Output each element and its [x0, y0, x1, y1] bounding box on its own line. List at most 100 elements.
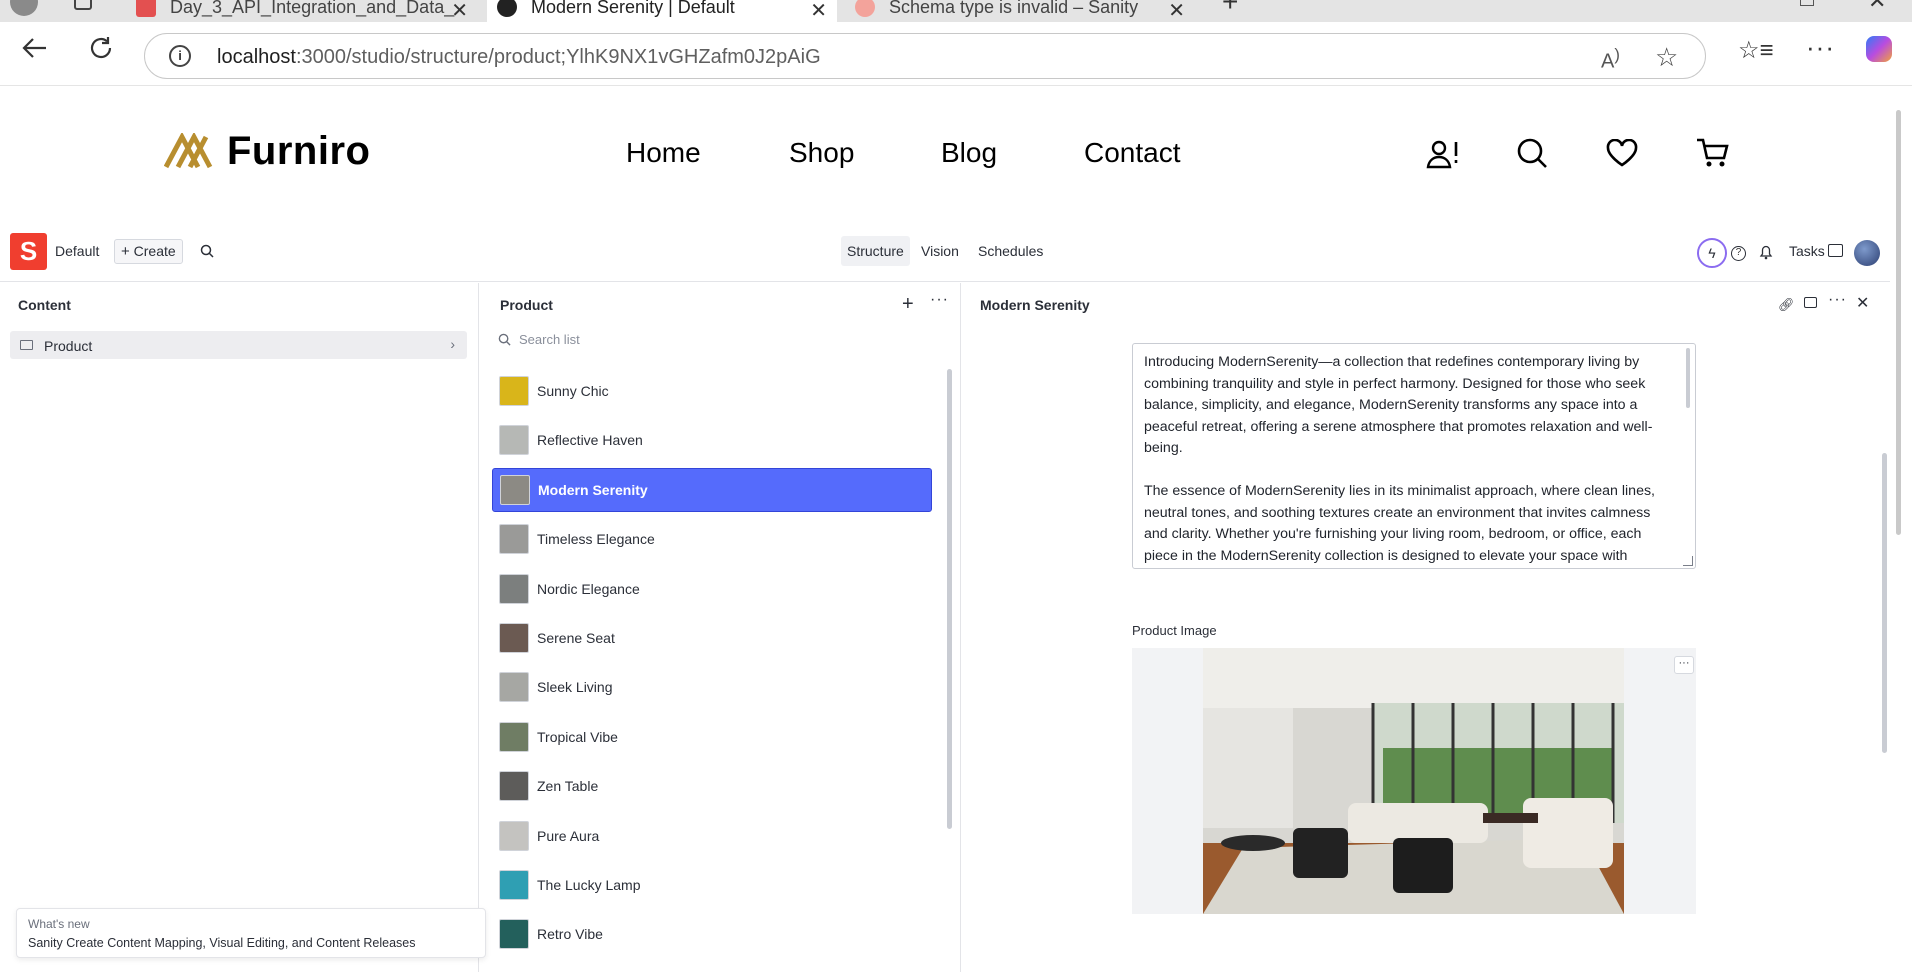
product-list-pane: Product + ··· Search list Sunny Chic Refl… — [480, 283, 961, 972]
product-list-item[interactable]: Serene Seat — [492, 616, 932, 660]
product-list-item[interactable]: Tropical Vibe — [492, 715, 932, 759]
image-menu-icon[interactable]: ··· — [1674, 656, 1694, 674]
product-thumbnail — [499, 623, 529, 653]
whats-new-toast[interactable]: What's new Sanity Create Content Mapping… — [16, 908, 486, 958]
close-pane-icon[interactable]: ✕ — [1856, 293, 1869, 313]
product-list-item[interactable]: Timeless Elegance — [492, 517, 932, 561]
product-list-item-label: Zen Table — [537, 778, 598, 794]
sanity-favicon-icon — [855, 0, 875, 17]
tool-schedules[interactable]: Schedules — [978, 243, 1043, 259]
search-list-input[interactable]: Search list — [492, 326, 932, 352]
furniro-logo-icon[interactable] — [164, 133, 220, 169]
tasks-label[interactable]: Tasks — [1789, 243, 1825, 259]
brand-name[interactable]: Furniro — [227, 129, 370, 174]
product-thumbnail — [499, 919, 529, 949]
read-aloud-icon[interactable]: A) — [1601, 45, 1620, 74]
product-list-item[interactable]: The Lucky Lamp — [492, 863, 932, 907]
product-list-item[interactable]: Retro Vibe — [492, 912, 932, 956]
profile-avatar-icon[interactable] — [10, 0, 38, 16]
workspace-name[interactable]: Default — [55, 243, 99, 259]
user-avatar[interactable] — [1854, 240, 1880, 266]
resize-handle-icon[interactable] — [1683, 556, 1693, 566]
browser-tab-schema-invalid[interactable]: Schema type is invalid – Sanity ✕ — [845, 0, 1195, 22]
description-textarea[interactable]: Introducing ModernSerenity—a collection … — [1132, 343, 1696, 569]
comment-icon[interactable] — [1804, 297, 1817, 308]
product-list-item-label: Sunny Chic — [537, 383, 609, 399]
reload-icon[interactable] — [88, 35, 114, 61]
nav-shop[interactable]: Shop — [789, 137, 854, 169]
notifications-icon[interactable] — [1758, 244, 1774, 260]
whats-new-heading: What's new — [28, 917, 90, 931]
whats-new-text: Sanity Create Content Mapping, Visual Ed… — [28, 936, 416, 950]
search-icon[interactable] — [200, 244, 214, 258]
browser-tab-strip: Day_3_API_Integration_and_Data_ ✕ Modern… — [0, 0, 1912, 22]
product-image — [1203, 648, 1624, 914]
product-thumbnail — [500, 475, 530, 505]
add-document-icon[interactable]: + — [902, 293, 914, 316]
sanity-favicon-icon — [497, 0, 517, 17]
content-item-product[interactable]: Product › — [10, 331, 467, 359]
close-icon[interactable]: ✕ — [1168, 0, 1185, 22]
nav-home[interactable]: Home — [626, 137, 701, 169]
close-window-icon[interactable]: ✕ — [1868, 0, 1886, 14]
content-pane: Content Product › — [0, 283, 479, 972]
link-icon[interactable]: 🔗︎ — [1778, 297, 1795, 313]
close-icon[interactable]: ✕ — [451, 0, 468, 22]
back-icon[interactable] — [22, 36, 48, 60]
sanity-logo[interactable]: S — [10, 233, 47, 270]
product-image-field[interactable]: ··· — [1132, 648, 1696, 914]
copilot-icon[interactable] — [1866, 36, 1892, 62]
product-list-item-label: Retro Vibe — [537, 926, 603, 942]
product-list-item[interactable]: Nordic Elegance — [492, 567, 932, 611]
plus-icon: + — [121, 243, 130, 260]
product-list-item-label: Reflective Haven — [537, 432, 643, 448]
page-scrollbar[interactable] — [1896, 110, 1901, 535]
cart-icon[interactable] — [1696, 137, 1730, 169]
product-list-item[interactable]: Sleek Living — [492, 665, 932, 709]
document-scrollbar[interactable] — [1882, 453, 1887, 753]
close-icon[interactable]: ✕ — [810, 0, 827, 22]
new-tab-icon[interactable]: + — [1222, 0, 1238, 18]
product-list-item-label: Tropical Vibe — [537, 729, 618, 745]
browser-tab-day3[interactable]: Day_3_API_Integration_and_Data_ ✕ — [128, 0, 478, 22]
bolt-icon[interactable]: ϟ — [1697, 238, 1727, 268]
site-info-icon[interactable]: i — [169, 45, 191, 67]
chevron-right-icon: › — [450, 336, 455, 352]
tool-vision[interactable]: Vision — [921, 243, 959, 259]
textarea-scrollbar[interactable] — [1686, 348, 1690, 408]
favorites-icon[interactable]: ☆≡ — [1738, 36, 1774, 65]
pane-title: Product — [500, 297, 553, 313]
tasks-panel-icon[interactable] — [1828, 244, 1843, 257]
search-icon[interactable] — [1516, 137, 1548, 169]
product-list-item[interactable]: Zen Table — [492, 764, 932, 808]
product-list-item[interactable]: Reflective Haven — [492, 418, 932, 462]
studio-navbar: S Default + Create Structure Vision Sche… — [0, 228, 1890, 282]
product-list-item-label: Pure Aura — [537, 828, 599, 844]
document-menu-icon[interactable]: ··· — [1828, 291, 1847, 309]
help-icon[interactable]: ? — [1731, 246, 1746, 261]
nav-contact[interactable]: Contact — [1084, 137, 1181, 169]
account-alert-icon[interactable] — [1426, 139, 1460, 169]
workspaces-icon[interactable] — [74, 0, 92, 10]
product-list-item[interactable]: Modern Serenity — [492, 468, 932, 512]
address-bar[interactable]: i localhost:3000/studio/structure/produc… — [144, 33, 1706, 79]
heart-icon[interactable] — [1606, 139, 1638, 167]
tool-structure[interactable]: Structure — [841, 236, 910, 266]
product-list-item[interactable]: Sunny Chic — [492, 369, 932, 413]
favorite-star-icon[interactable]: ☆ — [1655, 42, 1678, 73]
list-scrollbar[interactable] — [947, 369, 952, 829]
browser-tab-modern-serenity[interactable]: Modern Serenity | Default ✕ — [487, 0, 837, 22]
product-thumbnail — [499, 425, 529, 455]
tab-title: Day_3_API_Integration_and_Data_ — [170, 0, 454, 18]
create-label: Create — [134, 243, 176, 259]
folder-icon — [20, 340, 33, 350]
product-thumbnail — [499, 672, 529, 702]
create-button[interactable]: + Create — [114, 239, 183, 264]
product-list-item-label: Modern Serenity — [538, 482, 648, 498]
pane-menu-icon[interactable]: ··· — [930, 291, 949, 309]
nav-blog[interactable]: Blog — [941, 137, 997, 169]
document-title: Modern Serenity — [980, 297, 1090, 313]
maximize-icon[interactable] — [1800, 0, 1814, 6]
more-options-icon[interactable]: ··· — [1806, 32, 1835, 63]
product-list-item[interactable]: Pure Aura — [492, 814, 932, 858]
